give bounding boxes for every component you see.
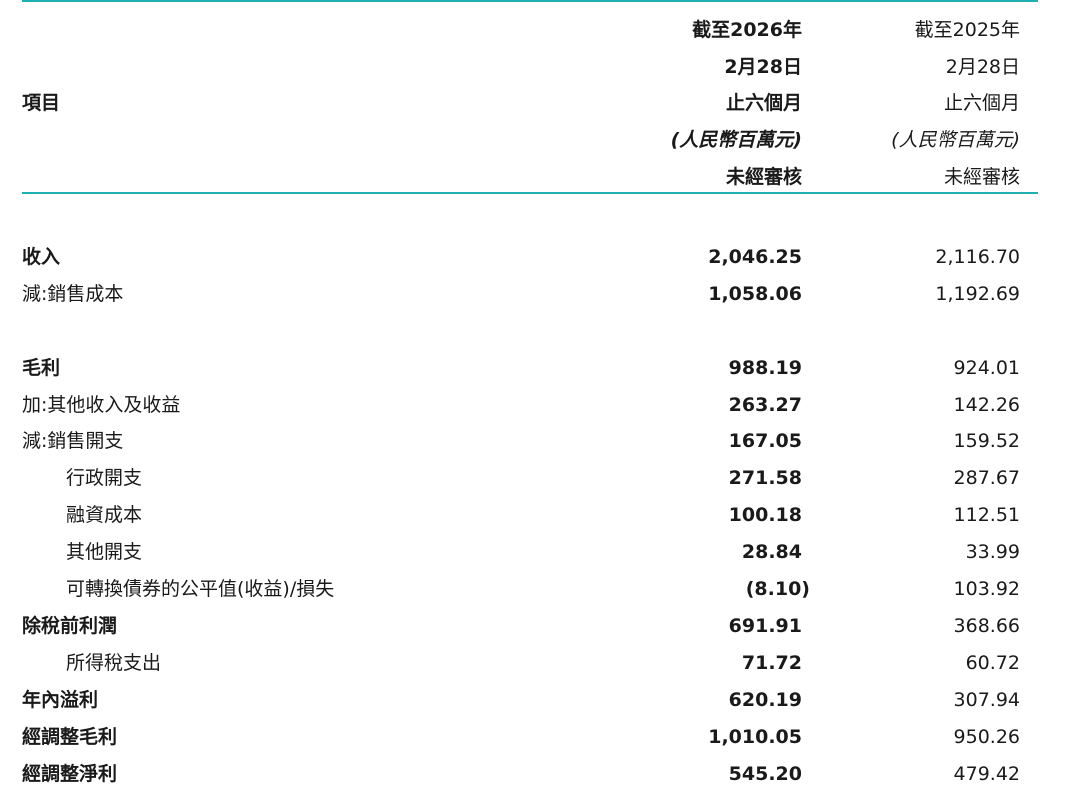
row-value-2026: 620.19 <box>728 689 802 711</box>
row-value-2025: 142.26 <box>953 394 1020 416</box>
row-value-2025: 1,192.69 <box>935 283 1020 305</box>
row-label: 經調整毛利 <box>22 726 118 748</box>
col1-header-line1: 截至2026年 <box>692 19 802 41</box>
row-label: 加:其他收入及收益 <box>22 394 181 416</box>
row-label: 減:銷售開支 <box>22 430 124 452</box>
row-value-2025: 924.01 <box>953 357 1020 379</box>
row-label: 其他開支 <box>66 541 143 563</box>
col2-header-unit: (人民幣百萬元) <box>891 129 1020 151</box>
row-value-2025: 112.51 <box>953 504 1020 526</box>
row-value-2025: 368.66 <box>953 615 1020 637</box>
col2-header-line3: 止六個月 <box>943 92 1020 114</box>
col1-header-audit: 未經審核 <box>725 166 802 188</box>
row-value-2025: 103.92 <box>953 578 1020 600</box>
row-value-2026: 2,046.25 <box>708 246 802 268</box>
row-value-2026: (8.10) <box>745 578 810 600</box>
top-rule <box>22 0 1038 2</box>
row-label: 所得稅支出 <box>66 652 162 674</box>
row-value-2025: 33.99 <box>965 541 1020 563</box>
row-label: 年內溢利 <box>22 689 99 711</box>
col2-header-line2: 2月28日 <box>945 56 1020 78</box>
row-label: 毛利 <box>22 357 61 379</box>
row-value-2025: 950.26 <box>953 726 1020 748</box>
row-label: 可轉換債券的公平值(收益)/損失 <box>66 578 335 600</box>
row-label: 融資成本 <box>66 504 143 526</box>
row-value-2026: 28.84 <box>741 541 802 563</box>
col2-header-audit: 未經審核 <box>943 166 1020 188</box>
row-value-2025: 60.72 <box>965 652 1020 674</box>
row-label: 收入 <box>22 246 61 268</box>
col1-header-line2: 2月28日 <box>724 56 802 78</box>
row-value-2026: 988.19 <box>728 357 802 379</box>
row-value-2026: 1,010.05 <box>708 726 802 748</box>
header-rule <box>22 192 1038 194</box>
row-value-2025: 479.42 <box>953 763 1020 785</box>
row-value-2025: 287.67 <box>953 467 1020 489</box>
row-label: 除稅前利潤 <box>22 615 118 637</box>
row-value-2025: 307.94 <box>953 689 1020 711</box>
item-column-header: 項目 <box>22 92 61 114</box>
row-value-2026: 691.91 <box>728 615 802 637</box>
row-value-2026: 71.72 <box>741 652 802 674</box>
row-label: 行政開支 <box>66 467 143 489</box>
col2-header-line1: 截至2025年 <box>914 19 1020 41</box>
row-value-2025: 2,116.70 <box>935 246 1020 268</box>
row-label: 減:銷售成本 <box>22 283 124 305</box>
row-value-2026: 100.18 <box>728 504 802 526</box>
row-value-2026: 263.27 <box>728 394 802 416</box>
row-value-2026: 167.05 <box>728 430 802 452</box>
col1-header-unit: (人民幣百萬元) <box>670 129 802 151</box>
row-value-2026: 271.58 <box>728 467 802 489</box>
row-value-2026: 1,058.06 <box>708 283 802 305</box>
row-value-2026: 545.20 <box>728 763 802 785</box>
row-value-2025: 159.52 <box>953 430 1020 452</box>
col1-header-line3: 止六個月 <box>725 92 802 114</box>
row-label: 經調整淨利 <box>22 763 118 785</box>
